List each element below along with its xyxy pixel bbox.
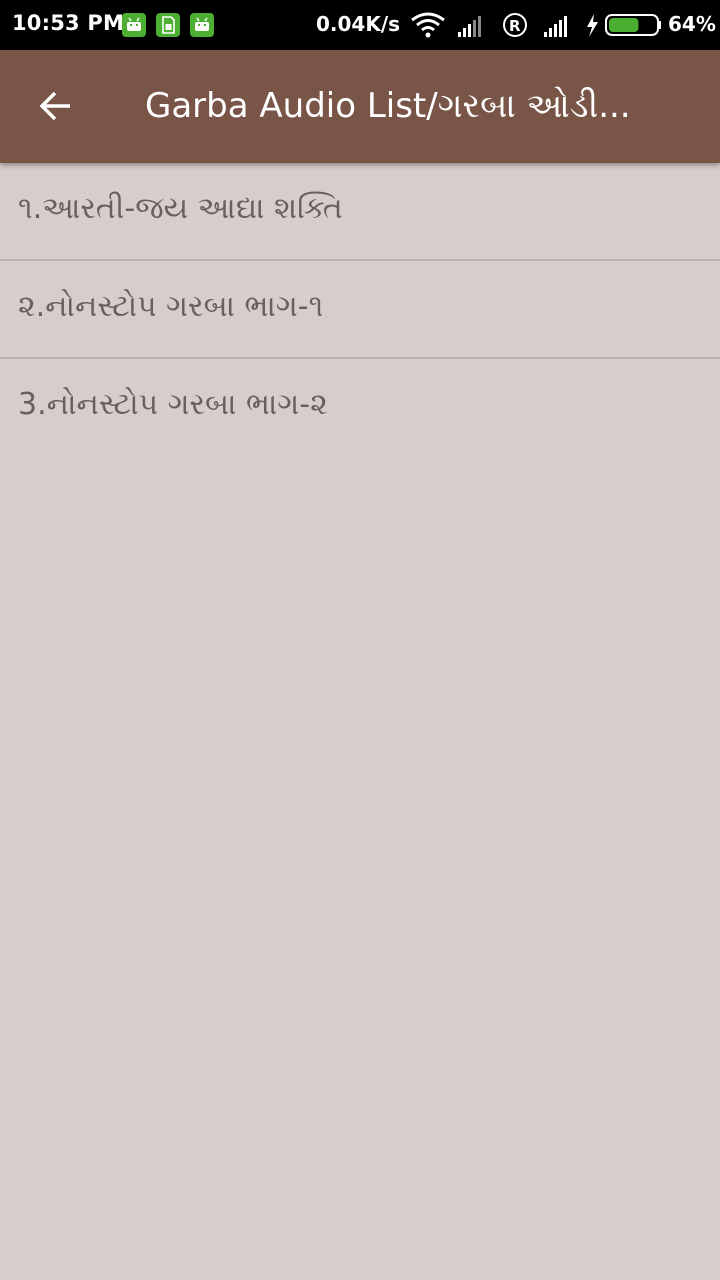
list-item[interactable]: 3.નોનસ્ટોપ ગરબા ભાગ-૨ — [0, 359, 720, 455]
wifi-icon — [411, 12, 445, 38]
list-item-label: 3.નોનસ્ટોપ ગરબા ભાગ-૨ — [18, 387, 328, 422]
battery-icon — [605, 14, 661, 36]
status-icons: R — [411, 12, 661, 38]
notification-icons — [122, 13, 214, 37]
status-time: 10:53 PM — [12, 11, 125, 35]
arrow-left-icon — [39, 91, 70, 121]
network-speed: 0.04K/s — [316, 12, 401, 36]
svg-text:R: R — [509, 17, 521, 35]
back-button[interactable] — [20, 70, 92, 142]
battery-percent: 64% — [668, 12, 716, 36]
signal-icon — [458, 16, 481, 37]
roaming-icon: R — [503, 13, 527, 37]
list-item[interactable]: ૧.આરતી-જય આદ્યા શક્તિ — [0, 163, 720, 261]
list-item[interactable]: ૨.નોનસ્ટોપ ગરબા ભાગ-૧ — [0, 261, 720, 359]
charging-icon — [587, 14, 598, 37]
sim-icon — [156, 13, 180, 37]
list-item-label: ૨.નોનસ્ટોપ ગરબા ભાગ-૧ — [18, 289, 324, 324]
android-icon — [190, 13, 214, 37]
status-bar: 10:53 PM 0.04K/s R 64% — [0, 0, 720, 50]
app-bar: Garba Audio List/ગરબા ઓડી... — [0, 50, 720, 163]
list-item-label: ૧.આરતી-જય આદ્યા શક્તિ — [18, 191, 343, 226]
signal-icon — [544, 16, 567, 37]
page-title: Garba Audio List/ગરબા ઓડી... — [145, 86, 631, 126]
garba-audio-list: ૧.આરતી-જય આદ્યા શક્તિ ૨.નોનસ્ટોપ ગરબા ભા… — [0, 163, 720, 455]
android-icon — [122, 13, 146, 37]
